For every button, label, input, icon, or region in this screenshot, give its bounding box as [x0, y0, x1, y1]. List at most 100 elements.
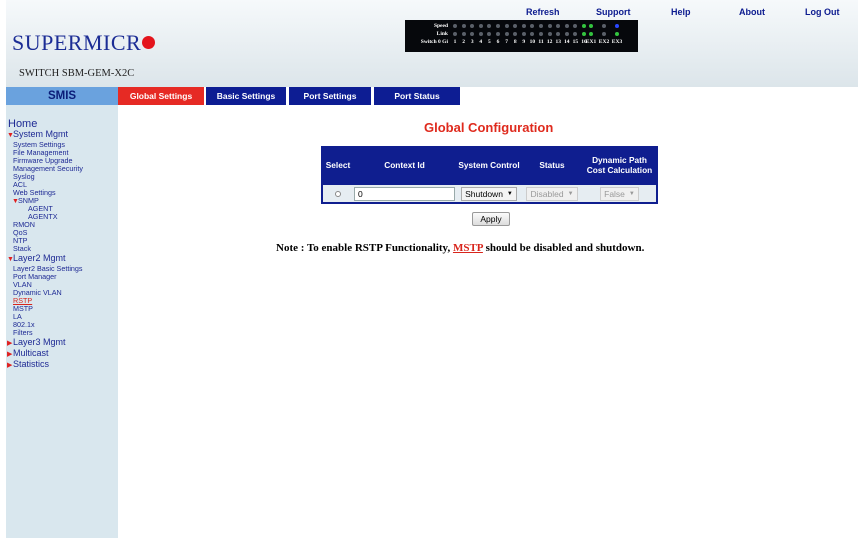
port-number-label: 5: [488, 39, 491, 45]
sidebar-item-layer3-mgmt[interactable]: ▶Layer3 Mgmt: [7, 338, 66, 348]
speed-led-icon: [487, 24, 492, 28]
logout-link[interactable]: Log Out: [805, 7, 840, 17]
dropdown-caret-icon: ▼: [567, 190, 574, 197]
speed-led-icon: [504, 24, 509, 28]
speed-led-icon: [556, 24, 561, 28]
context-id-cell: 0: [354, 185, 455, 202]
speed-led-icon: [513, 24, 518, 28]
refresh-link[interactable]: Refresh: [526, 7, 560, 17]
sidebar-title: SMIS: [6, 87, 118, 105]
mstp-link[interactable]: MSTP: [453, 242, 483, 254]
port-number-label: 12: [546, 39, 553, 45]
tab-bar: Global Settings Basic Settings Port Sett…: [118, 87, 858, 105]
link-led-icon: [530, 32, 535, 36]
sidebar-item-layer2-mgmt[interactable]: ▼Layer2 Mgmt: [7, 254, 66, 264]
port-number-label: 4: [479, 39, 483, 45]
speed-led-icon: [582, 24, 586, 28]
sidebar-item-statistics[interactable]: ▶Statistics: [7, 360, 49, 370]
port-number-label: 9: [522, 39, 526, 45]
link-led-icon: [615, 32, 619, 36]
dropdown-caret-icon: ▼: [628, 190, 635, 197]
link-led-icon: [573, 32, 578, 36]
status-cell: Disabled ▼: [523, 185, 581, 202]
port-number-label: 15: [572, 39, 579, 45]
top-links: Refresh Support Help About Log Out: [6, 7, 858, 21]
port-number-label: 13: [555, 39, 561, 45]
link-led-icon: [589, 32, 593, 36]
header-status: Status: [539, 160, 565, 171]
global-config-table: Select Context Id System Control Status …: [321, 146, 658, 204]
speed-led-icon: [602, 24, 606, 28]
link-led-icon: [564, 32, 569, 36]
speed-led-icon: [478, 24, 483, 28]
table-row: 0 Shutdown ▼ Disabled ▼ False ▼: [323, 185, 656, 202]
select-radio[interactable]: [335, 190, 341, 197]
apply-button[interactable]: Apply: [472, 212, 510, 226]
sidebar-item-multicast[interactable]: ▶Multicast: [7, 349, 49, 359]
speed-led-icon: [589, 24, 593, 28]
link-led-icon: [478, 32, 483, 36]
header-system-control: System Control: [458, 160, 520, 171]
sidebar-item-system-mgmt[interactable]: ▼System Mgmt: [7, 130, 68, 140]
port-number-label: EX2: [598, 39, 610, 45]
link-led-icon: [513, 32, 518, 36]
tab-global-settings[interactable]: Global Settings: [118, 87, 204, 105]
dropdown-caret-icon: ▼: [506, 190, 513, 197]
page-title: Global Configuration: [424, 120, 554, 135]
link-label: Link: [436, 31, 448, 37]
tab-port-status[interactable]: Port Status: [374, 87, 460, 105]
logo-dot-icon: [142, 36, 156, 49]
link-led-icon: [521, 32, 526, 36]
sidebar: Home ▼System Mgmt System Settings File M…: [6, 105, 118, 538]
link-led-icon: [556, 32, 561, 36]
port-number-label: 14: [564, 39, 570, 45]
system-control-cell: Shutdown ▼: [457, 185, 521, 202]
help-link[interactable]: Help: [671, 7, 691, 17]
port-number-label: 7: [505, 39, 508, 45]
port-number-label: 1: [453, 39, 457, 45]
port-number-label: 6: [496, 39, 500, 45]
speed-led-icon: [615, 24, 619, 28]
speed-led-icon: [453, 24, 457, 28]
speed-label: Speed: [433, 23, 448, 29]
port-number-label: 11: [538, 39, 544, 45]
tab-basic-settings[interactable]: Basic Settings: [206, 87, 286, 105]
speed-led-icon: [530, 24, 535, 28]
sidebar-item-stack[interactable]: Stack: [13, 245, 31, 252]
speed-led-icon: [573, 24, 578, 28]
switch-model: SWITCH SBM-GEM-X2C: [19, 68, 135, 79]
supermicro-logo: SUPERMICR: [12, 30, 156, 56]
link-led-icon: [547, 32, 552, 36]
tab-port-settings[interactable]: Port Settings: [289, 87, 371, 105]
port-number-label: EX3: [611, 39, 623, 45]
speed-led-icon: [521, 24, 526, 28]
link-led-icon: [453, 32, 457, 36]
header-context-id: Context Id: [384, 160, 425, 171]
header: Refresh Support Help About Log Out SUPER…: [6, 0, 858, 87]
link-led-icon: [504, 32, 509, 36]
speed-led-icon: [547, 24, 552, 28]
speed-led-icon: [496, 24, 500, 28]
dynamic-path-cell: False ▼: [583, 185, 656, 202]
link-led-icon: [602, 32, 606, 36]
support-link[interactable]: Support: [596, 7, 631, 17]
link-led-icon: [496, 32, 500, 36]
port-number-label: 2: [462, 39, 465, 45]
switch-label: Switch 0 Gi: [420, 39, 448, 45]
speed-led-icon: [539, 24, 543, 28]
speed-led-icon: [470, 24, 475, 28]
system-control-select[interactable]: Shutdown ▼: [461, 186, 517, 201]
status-select: Disabled ▼: [526, 186, 578, 201]
about-link[interactable]: About: [739, 7, 765, 17]
sidebar-item-filters[interactable]: Filters: [13, 329, 33, 336]
select-cell: [323, 185, 353, 202]
port-number-label: EX1: [585, 39, 597, 45]
context-id-input[interactable]: 0: [354, 186, 455, 201]
link-led-icon: [539, 32, 543, 36]
speed-led-icon: [564, 24, 569, 28]
port-number-label: 10: [529, 39, 536, 45]
port-number-label: 8: [513, 39, 517, 45]
port-number-label: 3: [470, 39, 474, 45]
link-led-icon: [461, 32, 466, 36]
dynamic-path-select: False ▼: [600, 186, 639, 201]
